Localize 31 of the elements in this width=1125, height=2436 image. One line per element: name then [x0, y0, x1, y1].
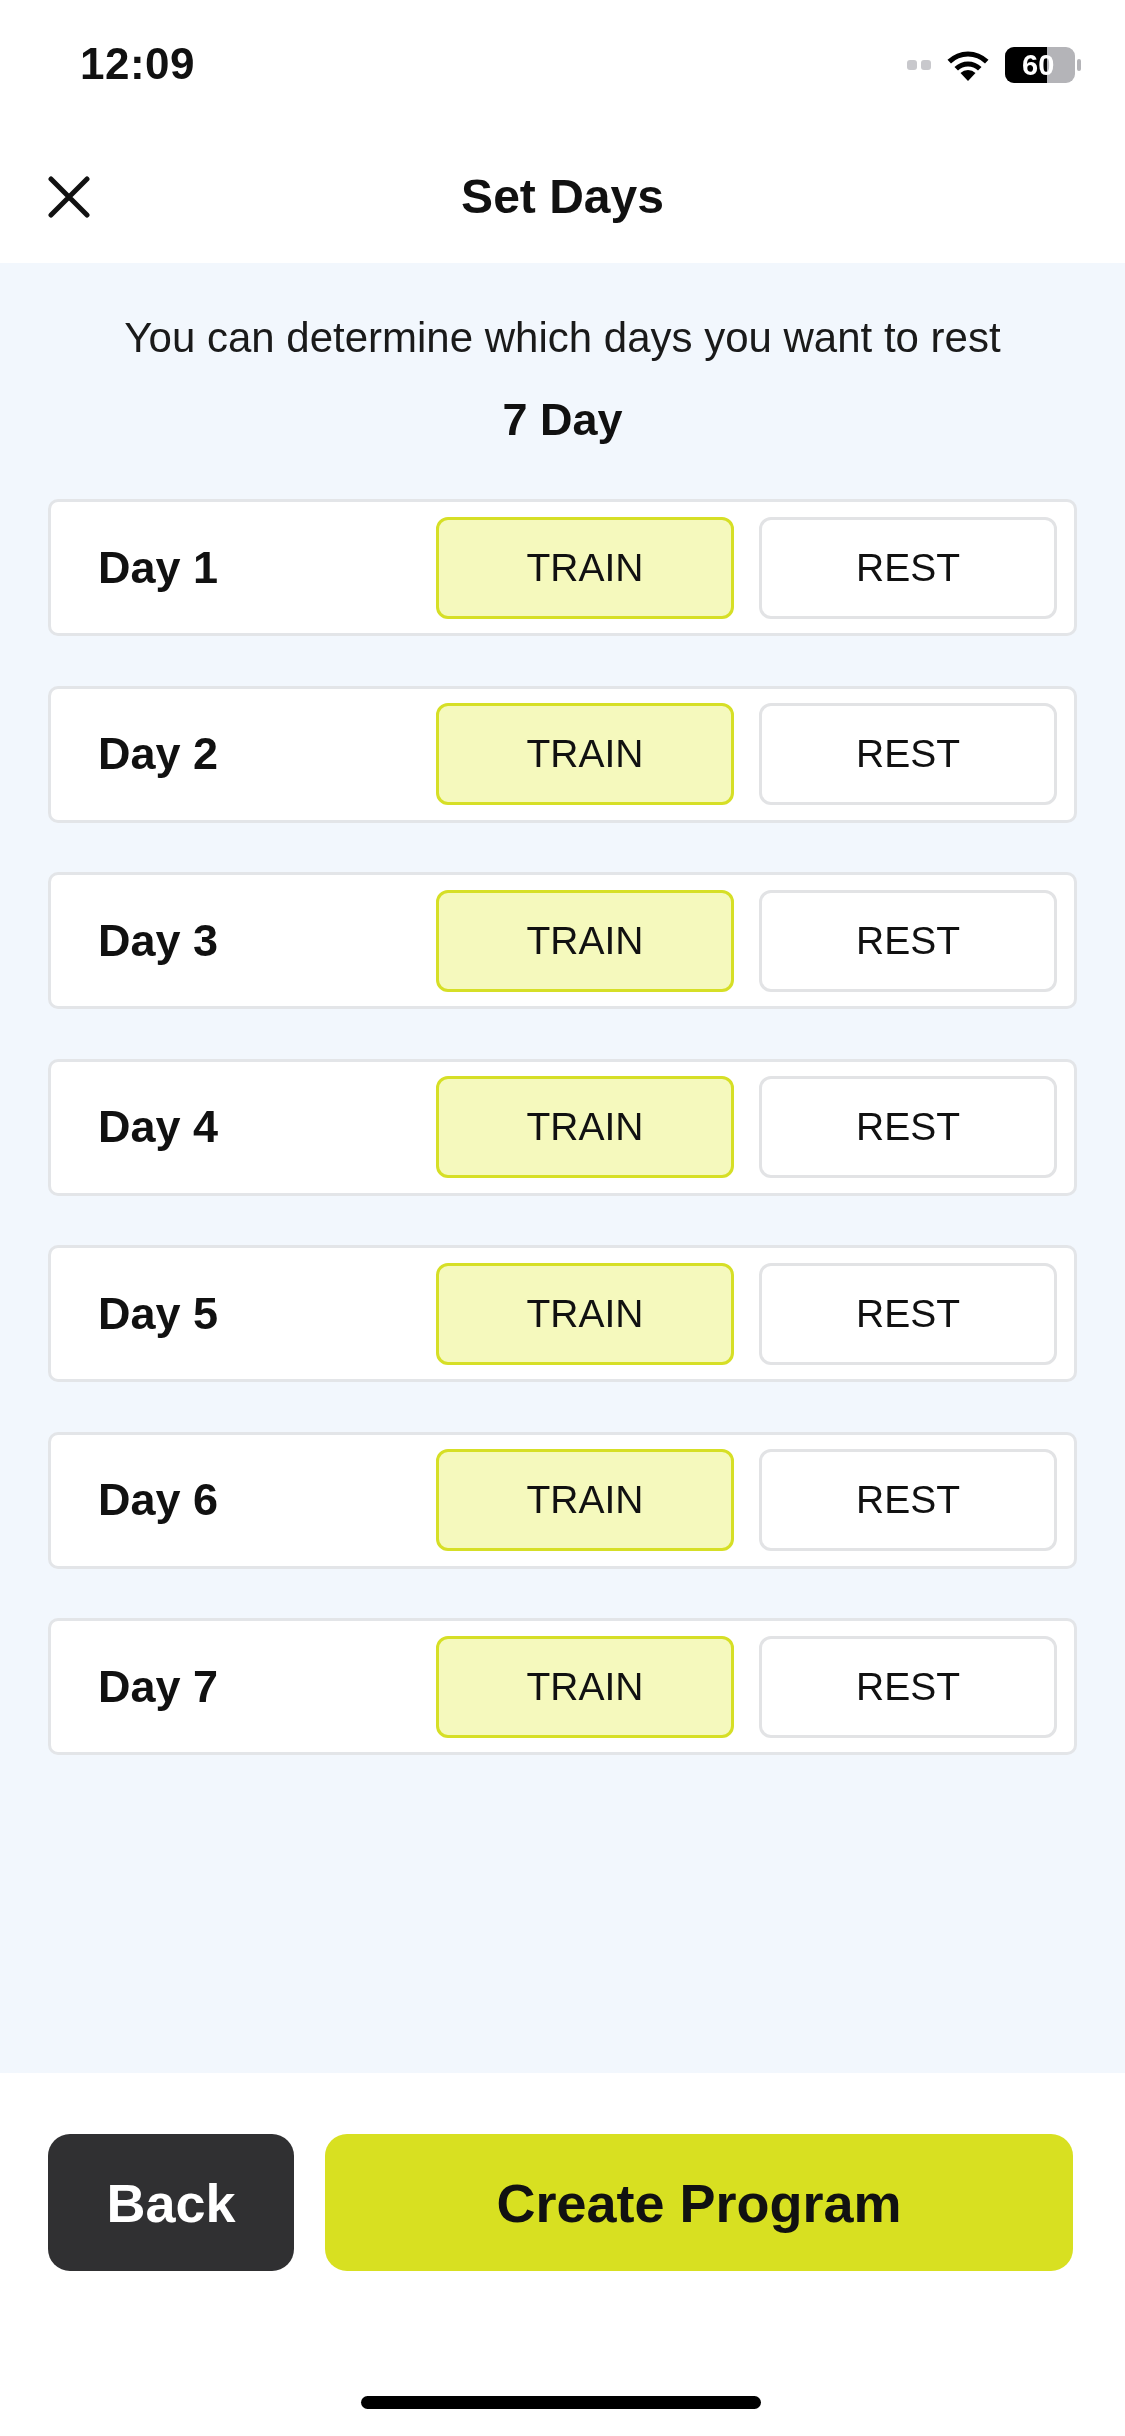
status-time: 12:09 [80, 39, 196, 89]
instruction-text: You can determine which days you want to rest [124, 313, 1001, 363]
day-option-button[interactable]: TRAIN [436, 516, 734, 619]
day-option-button[interactable]: TRAIN [436, 1076, 734, 1178]
day-option-button[interactable]: REST [759, 1449, 1057, 1551]
day-label: Day 3 [98, 914, 219, 967]
day-label: Day 7 [98, 1660, 219, 1713]
day-option-button[interactable]: TRAIN [436, 1635, 734, 1738]
day-option-button[interactable]: REST [759, 516, 1057, 619]
day-label: Day 5 [98, 1287, 219, 1340]
signal-icon [907, 60, 931, 70]
day-option-button[interactable]: TRAIN [436, 889, 734, 992]
close-icon [48, 176, 90, 218]
day-option-button[interactable]: REST [759, 889, 1057, 992]
close-button[interactable] [46, 174, 92, 220]
day-option-button[interactable]: REST [759, 1076, 1057, 1178]
day-option-button[interactable]: REST [759, 1262, 1057, 1365]
day-label: Day 4 [98, 1101, 219, 1153]
screen-title: Set Days [461, 169, 664, 224]
day-label: Day 6 [98, 1474, 219, 1526]
day-option-button[interactable]: TRAIN [436, 703, 734, 805]
day-option-button[interactable]: REST [759, 1635, 1057, 1738]
day-option-button[interactable]: TRAIN [436, 1262, 734, 1365]
wifi-icon [945, 49, 991, 81]
day-option-button[interactable]: REST [759, 703, 1057, 805]
day-label: Day 1 [98, 541, 219, 594]
day-count: 7 Day [502, 393, 623, 447]
day-label: Day 2 [98, 728, 219, 780]
day-option-button[interactable]: TRAIN [436, 1449, 734, 1551]
create-program-button[interactable]: Create Program [325, 2134, 1073, 2271]
back-button[interactable]: Back [48, 2134, 294, 2271]
